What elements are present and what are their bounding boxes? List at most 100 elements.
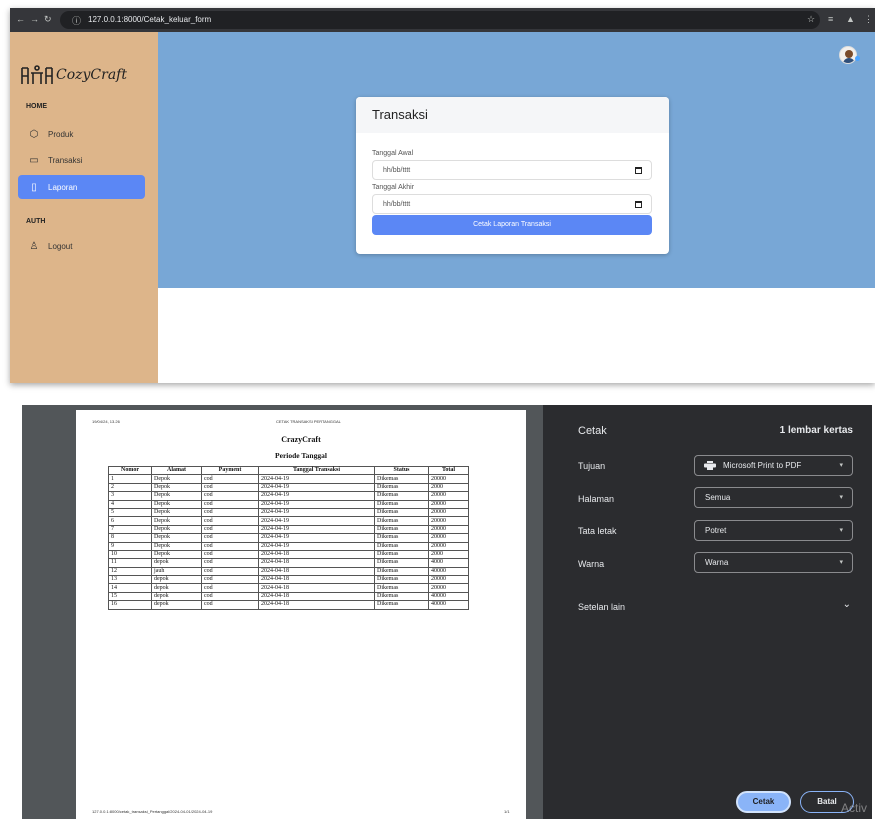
pages-select[interactable]: Semua ▾	[694, 487, 853, 508]
forward-icon[interactable]: →	[30, 14, 39, 24]
destination-label: Tujuan	[578, 461, 606, 471]
table-cell: 10	[108, 549, 152, 560]
end-date-label: Tanggal Akhir	[372, 184, 415, 191]
table-cell: cod	[201, 516, 259, 526]
document-subtitle: Periode Tanggal	[275, 451, 327, 460]
table-cell: cod	[201, 491, 259, 501]
sidebar-item-label: Transaksi	[48, 155, 83, 165]
activation-watermark: Activ	[841, 801, 868, 815]
end-date-placeholder: hh/bb/tttt	[383, 201, 411, 208]
card-header: Transaksi	[356, 97, 669, 133]
table-cell: 6	[108, 516, 152, 526]
print-preview-area[interactable]: 19/04/24, 13.26 CETAK TRANSAKSI PERTANGG…	[22, 405, 543, 819]
table-cell: 20000	[428, 583, 469, 593]
column-header: Alamat	[151, 465, 202, 476]
column-header: Total	[428, 465, 469, 476]
table-cell: 13	[108, 575, 152, 585]
print-header-title: CETAK TRANSAKSI PERTANGGAL	[276, 419, 341, 424]
table-cell: jauh	[151, 566, 202, 577]
start-date-input[interactable]: hh/bb/tttt	[372, 160, 652, 180]
print-footer-url: 127.0.0.1:8000/cetak_transaksi_Pertangga…	[92, 809, 213, 814]
table-cell: Dikemas	[374, 558, 429, 568]
site-info-icon[interactable]: ⓘ	[72, 14, 81, 27]
end-date-input[interactable]: hh/bb/tttt	[372, 194, 652, 214]
page-number: 1/1	[504, 809, 510, 814]
column-header: Tanggal Transaksi	[258, 465, 375, 476]
pages-value: Semua	[705, 493, 731, 502]
table-cell: 20000	[428, 541, 469, 551]
more-settings-toggle[interactable]: Setelan lain	[578, 602, 625, 612]
table-cell: 2024-04-19	[258, 533, 375, 543]
color-select[interactable]: Warna ▾	[694, 552, 853, 573]
sidebar-item-laporan[interactable]: ▯ Laporan	[18, 175, 145, 199]
table-cell: 20000	[428, 499, 469, 509]
calendar-icon[interactable]	[635, 167, 642, 174]
table-row: 14 depok cod 2024-04-18 Dikemas 20000	[108, 583, 469, 593]
back-icon[interactable]: ←	[16, 14, 25, 24]
table-cell: 2000	[428, 549, 469, 560]
logo[interactable]: CozyCraft	[20, 62, 140, 88]
table-cell: depok	[151, 591, 202, 602]
table-cell: 2024-04-19	[258, 541, 375, 551]
reading-list-icon[interactable]: ≡	[828, 14, 833, 24]
table-cell: cod	[201, 474, 259, 484]
table-row: 12 jauh cod 2024-04-18 Dikemas 40000	[108, 566, 469, 577]
table-cell: depok	[151, 558, 202, 568]
table-cell: Depok	[151, 482, 202, 493]
table-cell: cod	[201, 533, 259, 543]
table-cell: 2024-04-18	[258, 591, 375, 602]
file-icon: ▯	[31, 181, 37, 193]
column-header: Nomor	[108, 465, 152, 476]
table-cell: Dikemas	[374, 583, 429, 593]
sidebar-item-label: Laporan	[48, 182, 78, 192]
table-cell: 40000	[428, 566, 469, 577]
chevron-down-icon: ▾	[839, 462, 843, 469]
menu-icon[interactable]: ⋮	[864, 14, 873, 25]
profile-icon[interactable]: ▲	[846, 14, 855, 24]
table-cell: 2024-04-19	[258, 516, 375, 526]
print-report-button[interactable]: Cetak Laporan Transaksi	[372, 215, 652, 235]
table-cell: Dikemas	[374, 533, 429, 543]
table-cell: 11	[108, 558, 152, 568]
table-cell: cod	[201, 482, 259, 493]
table-cell: 2024-04-18	[258, 549, 375, 560]
sidebar-item-produk[interactable]: ⬡ Produk	[18, 122, 145, 146]
url-text[interactable]: 127.0.0.1:8000/Cetak_keluar_form	[88, 15, 211, 24]
document-title: CrazyCraft	[281, 435, 321, 444]
table-row: 13 depok cod 2024-04-18 Dikemas 20000	[108, 575, 469, 585]
table-cell: Dikemas	[374, 524, 429, 535]
chevron-down-icon[interactable]: ⌄	[843, 599, 851, 610]
table-cell: 2024-04-19	[258, 524, 375, 535]
table-cell: Dikemas	[374, 600, 429, 610]
table-cell: depok	[151, 583, 202, 593]
sidebar-item-transaksi[interactable]: ▭ Transaksi	[18, 148, 145, 172]
color-value: Warna	[705, 558, 729, 567]
calendar-icon[interactable]	[635, 201, 642, 208]
table-cell: 14	[108, 583, 152, 593]
table-cell: Depok	[151, 524, 202, 535]
avatar[interactable]	[839, 46, 857, 64]
table-cell: 12	[108, 566, 152, 577]
card-title: Transaksi	[372, 107, 428, 122]
reload-icon[interactable]: ↻	[44, 14, 52, 25]
logout-button[interactable]: ♙ Logout	[18, 234, 145, 258]
home-heading: HOME	[26, 103, 47, 110]
layout-select[interactable]: Potret ▾	[694, 520, 853, 541]
table-cell: cod	[201, 499, 259, 509]
card-icon: ▭	[29, 154, 39, 166]
table-cell: Dikemas	[374, 541, 429, 551]
table-row: 7 Depok cod 2024-04-19 Dikemas 20000	[108, 524, 469, 535]
destination-select[interactable]: Microsoft Print to PDF ▾	[694, 455, 853, 476]
preview-page: 19/04/24, 13.26 CETAK TRANSAKSI PERTANGG…	[76, 410, 526, 819]
table-cell: Depok	[151, 499, 202, 509]
table-cell: 2024-04-18	[258, 575, 375, 585]
print-button[interactable]: Cetak	[736, 791, 791, 813]
table-cell: cod	[201, 575, 259, 585]
table-cell: Depok	[151, 533, 202, 543]
table-cell: cod	[201, 524, 259, 535]
star-icon[interactable]: ☆	[807, 14, 815, 25]
table-cell: 20000	[428, 533, 469, 543]
table-cell: cod	[201, 583, 259, 593]
furniture-logo-icon	[21, 65, 53, 84]
table-cell: 1	[108, 474, 152, 484]
